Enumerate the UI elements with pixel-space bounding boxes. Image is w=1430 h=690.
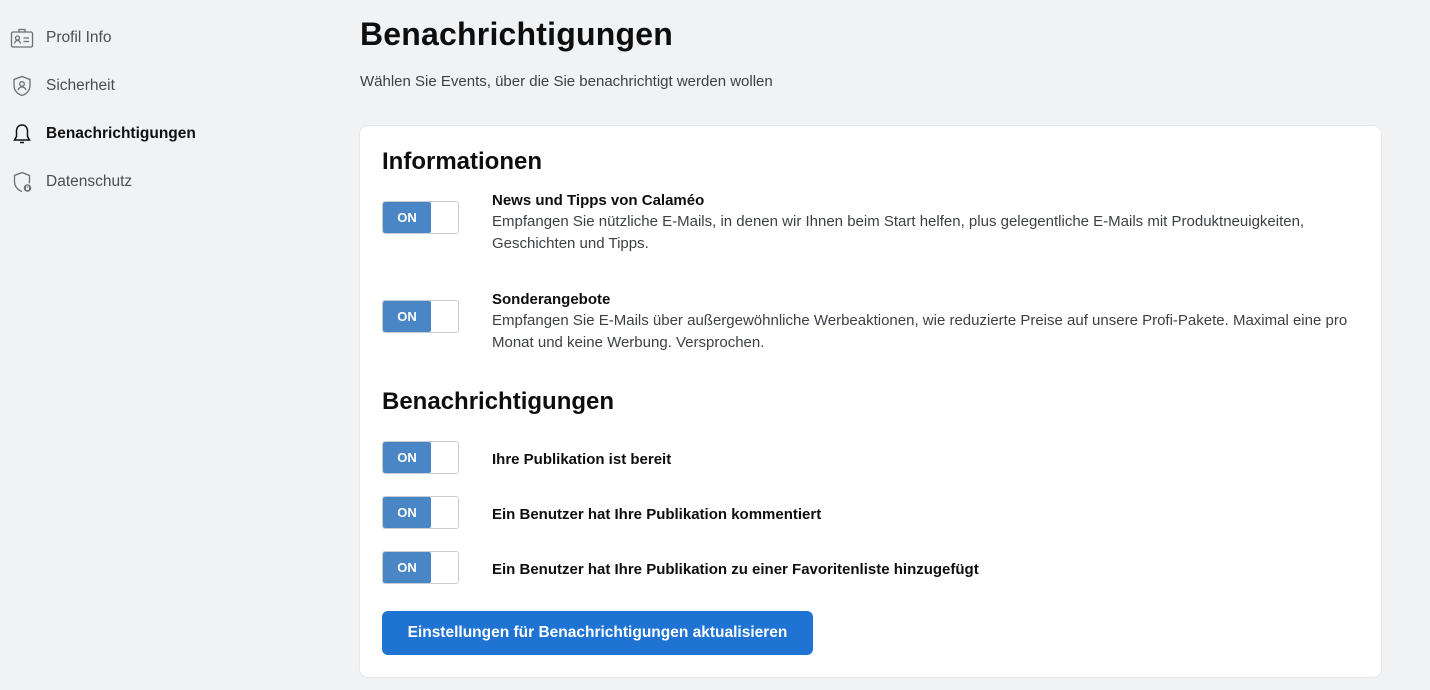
toggle-publication-commented[interactable]: ON xyxy=(382,496,459,529)
sidebar-item-datenschutz[interactable]: Datenschutz xyxy=(10,168,270,196)
toggle-off-part xyxy=(431,202,458,233)
toggle-off-part xyxy=(431,552,458,583)
notifications-card: Informationen ON News und Tipps von Cala… xyxy=(360,126,1381,677)
option-title-publication-commented: Ein Benutzer hat Ihre Publikation kommen… xyxy=(492,506,822,523)
toggle-publication-ready[interactable]: ON xyxy=(382,441,459,474)
option-title-publication-favorited: Ein Benutzer hat Ihre Publikation zu ein… xyxy=(492,561,979,578)
id-card-icon xyxy=(10,26,34,50)
toggle-off-part xyxy=(431,497,458,528)
toggle-on-label: ON xyxy=(383,202,431,233)
toggle-off-part xyxy=(431,442,458,473)
bell-icon xyxy=(10,122,34,146)
toggle-publication-favorited[interactable]: ON xyxy=(382,551,459,584)
page-title: Benachrichtigungen xyxy=(360,16,673,52)
section-title-benachrichtigungen: Benachrichtigungen xyxy=(382,388,615,415)
option-title-publication-ready: Ihre Publikation ist bereit xyxy=(492,451,672,468)
option-title-special-offers: Sonderangebote xyxy=(492,291,611,308)
option-description-special-offers: Empfangen Sie E-Mails über außergewöhnli… xyxy=(492,312,1348,351)
section-title-informationen: Informationen xyxy=(382,148,542,175)
toggle-on-label: ON xyxy=(383,442,431,473)
shield-icon xyxy=(10,74,34,98)
option-title-news-tips: News und Tipps von Calaméo xyxy=(492,192,705,209)
toggle-on-label: ON xyxy=(383,552,431,583)
page-subtitle: Wählen Sie Events, über die Sie benachri… xyxy=(360,73,773,90)
sidebar-item-label: Datenschutz xyxy=(46,173,133,190)
update-settings-button[interactable]: Einstellungen für Benachrichtigungen akt… xyxy=(382,611,813,655)
sidebar-item-label: Profil Info xyxy=(46,29,112,46)
toggle-special-offers[interactable]: ON xyxy=(382,300,459,333)
toggle-on-label: ON xyxy=(383,301,431,332)
toggle-off-part xyxy=(431,301,458,332)
sidebar-item-label: Sicherheit xyxy=(46,77,115,94)
sidebar-item-label: Benachrichtigungen xyxy=(46,125,196,142)
privacy-shield-icon xyxy=(10,170,34,194)
sidebar-item-sicherheit[interactable]: Sicherheit xyxy=(10,72,270,100)
option-description-news-tips: Empfangen Sie nützliche E-Mails, in dene… xyxy=(492,213,1305,252)
toggle-on-label: ON xyxy=(383,497,431,528)
sidebar-item-profil-info[interactable]: Profil Info xyxy=(10,24,270,52)
sidebar-item-benachrichtigungen[interactable]: Benachrichtigungen xyxy=(10,120,270,148)
toggle-news-tips[interactable]: ON xyxy=(382,201,459,234)
